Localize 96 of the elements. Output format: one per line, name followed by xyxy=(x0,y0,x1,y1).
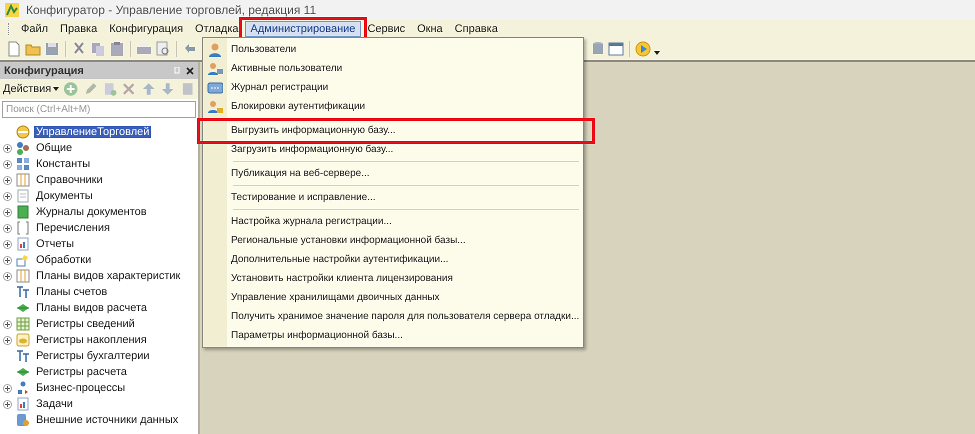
tree-item[interactable]: Журналы документов xyxy=(34,206,149,218)
menu-entry[interactable]: Загрузить информационную базу... xyxy=(203,140,583,159)
expand-icon[interactable] xyxy=(3,192,12,200)
close-icon[interactable] xyxy=(186,66,194,74)
user-lock-icon xyxy=(207,98,223,114)
tree-node-icon xyxy=(16,157,30,171)
tree-item[interactable]: Регистры бухгалтерии xyxy=(34,350,152,362)
arrow-down-icon[interactable] xyxy=(160,81,176,97)
print-icon[interactable] xyxy=(136,41,152,57)
tree-item[interactable]: Перечисления xyxy=(34,222,112,234)
expand-icon[interactable] xyxy=(3,160,12,168)
tree-item[interactable]: Константы xyxy=(34,158,92,170)
menu-item[interactable]: Окна xyxy=(411,21,449,37)
tree-node-icon xyxy=(16,397,30,411)
tree-node-icon xyxy=(16,285,30,299)
menu-item[interactable]: Файл xyxy=(15,21,54,37)
menu-entry[interactable]: Региональные установки информационной базы... xyxy=(203,231,583,250)
tree-item[interactable]: УправлениеТорговлей xyxy=(34,126,152,138)
tree-item[interactable]: Планы видов характеристик xyxy=(34,270,182,282)
menu-item[interactable]: Справка xyxy=(448,21,504,37)
user-icon xyxy=(207,60,223,76)
expand-icon[interactable] xyxy=(3,320,12,328)
expand-icon[interactable] xyxy=(3,256,12,264)
expand-icon[interactable] xyxy=(3,208,12,216)
tree-item[interactable]: Планы счетов xyxy=(34,286,110,298)
expand-icon[interactable] xyxy=(3,144,12,152)
menu-entry[interactable]: Выгрузить информационную базу... xyxy=(203,121,583,140)
save-icon[interactable] xyxy=(44,41,60,57)
tree-item[interactable]: Обработки xyxy=(34,254,94,266)
copy-icon[interactable] xyxy=(90,41,106,57)
tree-node-icon xyxy=(16,221,30,235)
tree-item[interactable]: Задачи xyxy=(34,398,75,410)
preview-icon[interactable] xyxy=(155,41,171,57)
tree-node-icon xyxy=(16,173,30,187)
expand-icon[interactable] xyxy=(3,384,12,392)
menu-item[interactable]: Администрирование xyxy=(244,21,362,37)
panel-title: Конфигурация xyxy=(4,64,84,76)
tree-node-icon xyxy=(16,333,30,347)
menu-item[interactable]: Отладка xyxy=(189,21,245,37)
window-icon[interactable] xyxy=(608,41,624,57)
arrow-up-icon[interactable] xyxy=(140,81,156,97)
menu-entry[interactable]: Получить хранимое значение пароля для пользователя сервера отладки... xyxy=(203,307,583,326)
tree-item[interactable]: Внешние источники данных xyxy=(34,414,180,426)
menu-item[interactable]: Конфигурация xyxy=(103,21,190,37)
caret-icon[interactable] xyxy=(654,51,660,55)
tree-node-icon xyxy=(16,253,30,267)
tree-node-icon xyxy=(16,381,30,395)
user-icon xyxy=(207,42,223,58)
tree-item[interactable]: Бизнес-процессы xyxy=(34,382,128,394)
menu-entry[interactable]: Публикация на веб-сервере... xyxy=(203,164,583,183)
tree-node-icon xyxy=(16,237,30,251)
menu-entry[interactable]: Управление хранилищами двоичных данных xyxy=(203,288,583,307)
delete-icon[interactable] xyxy=(121,81,137,97)
expand-icon[interactable] xyxy=(3,336,12,344)
new-document-icon[interactable] xyxy=(6,41,22,57)
tree-node-icon xyxy=(16,413,30,427)
menu-entry[interactable]: Дополнительные настройки аутентификации... xyxy=(203,250,583,269)
paste-icon[interactable] xyxy=(109,41,125,57)
search-field[interactable]: Поиск (Ctrl+Alt+M) xyxy=(2,101,196,118)
expand-icon[interactable] xyxy=(3,240,12,248)
add-icon[interactable] xyxy=(63,81,79,97)
tree-node-icon xyxy=(16,349,30,363)
tree-node-icon xyxy=(16,269,30,283)
tree-item[interactable]: Планы видов расчета xyxy=(34,302,150,314)
tree-item[interactable]: Отчеты xyxy=(34,238,76,250)
menu-entry[interactable]: Настройка журнала регистрации... xyxy=(203,212,583,231)
tree-node-icon xyxy=(16,317,30,331)
tree-node-icon xyxy=(16,141,30,155)
tree-item[interactable]: Общие xyxy=(34,142,74,154)
expand-icon[interactable] xyxy=(3,224,12,232)
tree-node-icon xyxy=(16,301,30,315)
app-logo-icon xyxy=(4,2,20,18)
menu-entry[interactable]: Параметры информационной базы... xyxy=(203,326,583,345)
tree-node-icon xyxy=(16,125,30,139)
tree-item[interactable]: Справочники xyxy=(34,174,105,186)
menu-entry[interactable]: Тестирование и исправление... xyxy=(203,188,583,207)
tree-item[interactable]: Регистры накопления xyxy=(34,334,149,346)
tree-node-icon xyxy=(16,189,30,203)
caret-icon xyxy=(53,87,60,91)
menu-entry[interactable]: Журнал регистрации xyxy=(203,78,583,97)
expand-icon[interactable] xyxy=(3,400,12,408)
menu-entry[interactable]: Блокировки аутентификации xyxy=(203,97,583,116)
menu-item[interactable]: Сервис xyxy=(361,21,412,37)
window-title: Конфигуратор - Управление торговлей, редакция 11 xyxy=(26,3,316,17)
menu-entry[interactable]: Активные пользователи xyxy=(203,59,583,78)
menu-item[interactable]: Правка xyxy=(54,21,104,37)
tree-item[interactable]: Документы xyxy=(34,190,95,202)
tree-node-icon xyxy=(16,365,30,379)
expand-icon[interactable] xyxy=(3,272,12,280)
tree-node-icon xyxy=(16,205,30,219)
journal-icon xyxy=(207,80,223,96)
tree-item[interactable]: Регистры сведений xyxy=(34,318,137,330)
menu-entry[interactable]: Установить настройки клиента лицензирования xyxy=(203,269,583,288)
actions-button[interactable]: Действия xyxy=(3,83,60,95)
tree-item[interactable]: Регистры расчета xyxy=(34,366,129,378)
expand-icon[interactable] xyxy=(3,176,12,184)
